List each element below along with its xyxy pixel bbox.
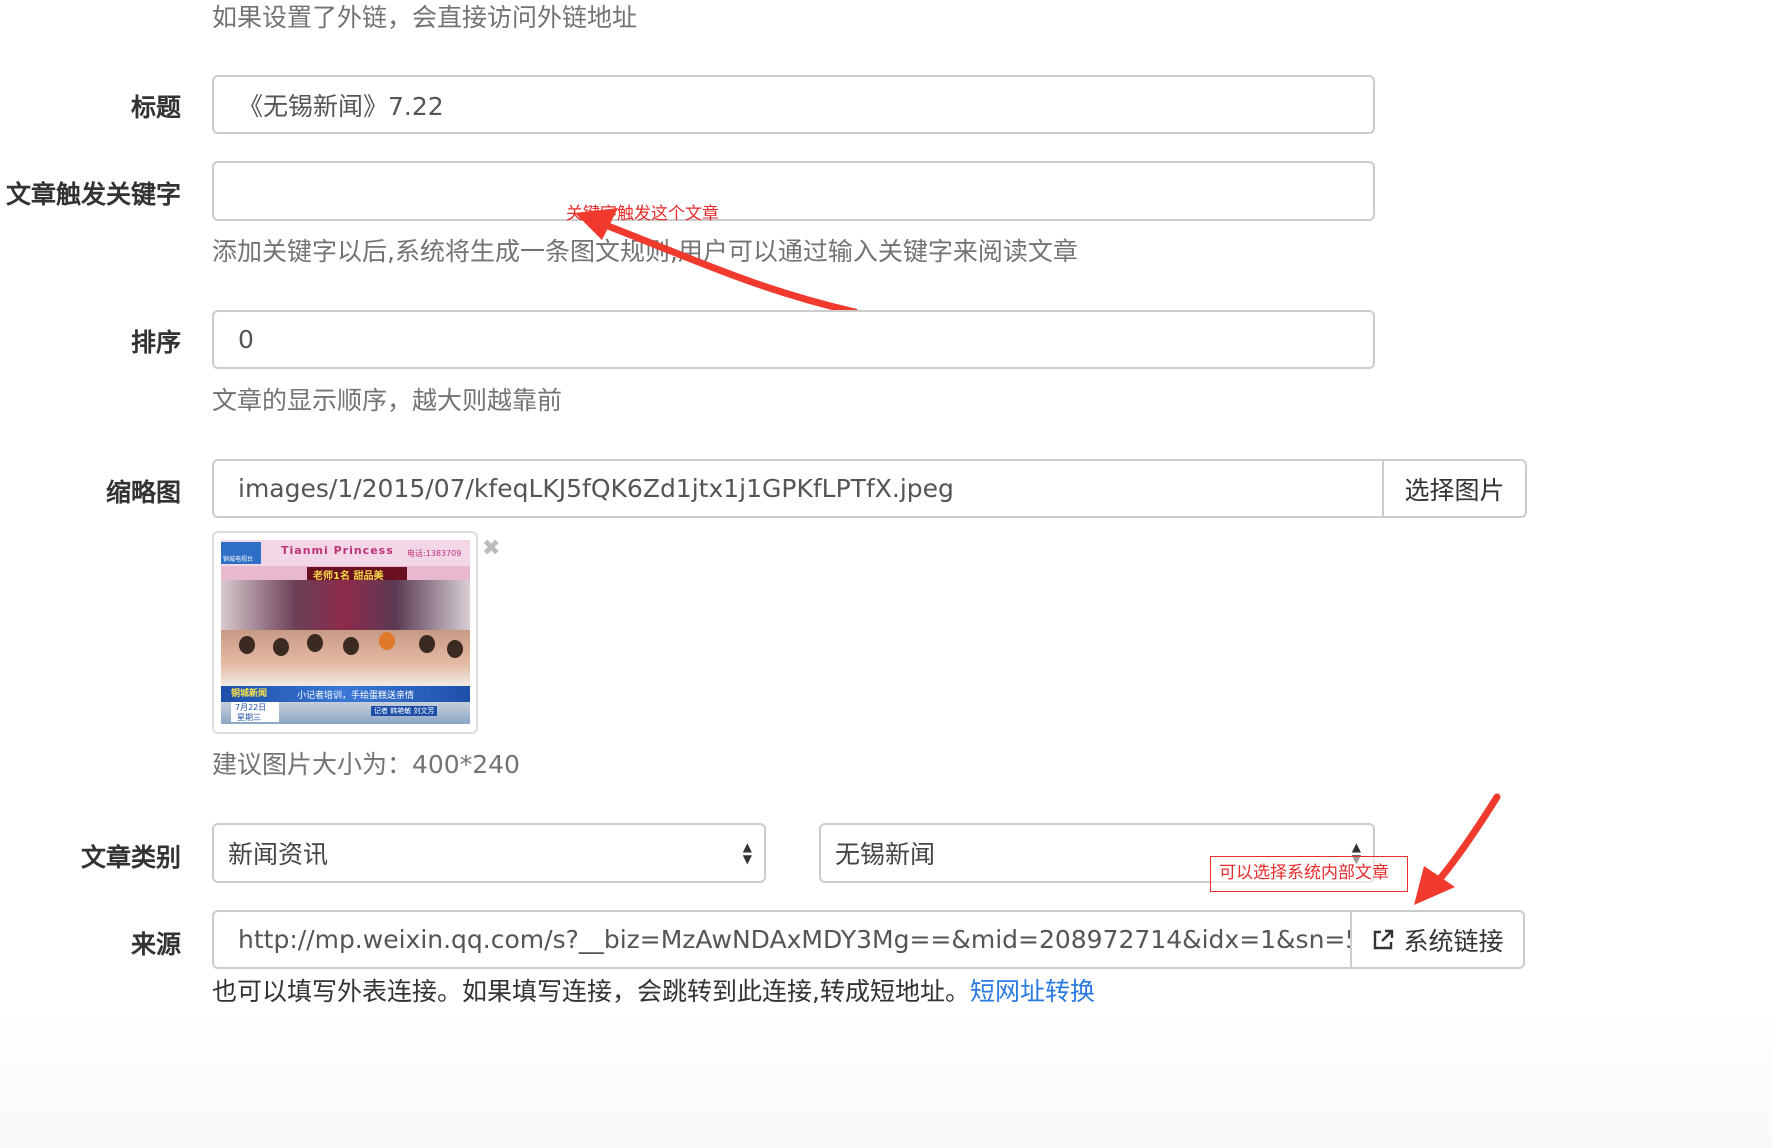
system-link-label: 系统链接: [1403, 926, 1504, 956]
source-url-value: http://mp.weixin.qq.com/s?__biz=MzAwNDAx…: [238, 925, 1350, 954]
short-url-link[interactable]: 短网址转换: [970, 977, 1095, 1006]
source-help: 也可以填写外表连接。如果填写连接，会跳转到此连接,转成短地址。短网址转换: [212, 972, 1095, 1008]
source-label: 来源: [130, 930, 181, 959]
bottom-fade: [0, 1010, 1772, 1148]
source-help-text: 也可以填写外表连接。如果填写连接，会跳转到此连接,转成短地址。: [212, 977, 970, 1006]
system-link-button[interactable]: 系统链接: [1350, 910, 1525, 969]
source-url-input[interactable]: http://mp.weixin.qq.com/s?__biz=MzAwNDAx…: [212, 910, 1352, 969]
external-link-icon: [1374, 929, 1394, 949]
